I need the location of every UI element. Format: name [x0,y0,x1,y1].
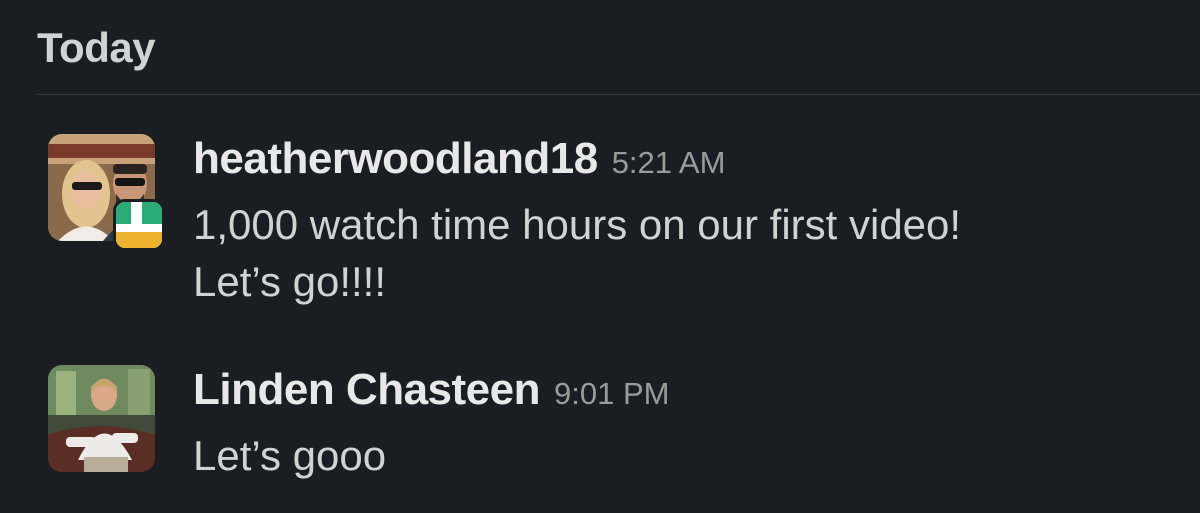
message-text-line: Let’s go!!!! [193,258,387,305]
message-header: heatherwoodland18 5:21 AM [193,134,1180,196]
message-text: Let’s gooo [193,427,1180,484]
day-divider-line [37,94,1200,95]
app-badge-icon [113,199,165,251]
username-link[interactable]: heatherwoodland18 [193,134,598,184]
message-text: 1,000 watch time hours on our first vide… [193,196,1180,310]
message-timestamp[interactable]: 9:01 PM [554,376,669,412]
message-text-line: Let’s gooo [193,432,387,479]
username-link[interactable]: Linden Chasteen [193,365,541,415]
message-text-line: 1,000 watch time hours on our first vide… [193,201,962,248]
message-body: heatherwoodland18 5:21 AM 1,000 watch ti… [193,134,1180,310]
person-photo-avatar [48,365,155,472]
message-timestamp[interactable]: 5:21 AM [612,145,726,181]
user-avatar[interactable] [48,365,155,472]
message-body: Linden Chasteen 9:01 PM Let’s gooo [193,365,1180,484]
day-divider-label[interactable]: Today [37,24,156,72]
message-header: Linden Chasteen 9:01 PM [193,365,1180,427]
